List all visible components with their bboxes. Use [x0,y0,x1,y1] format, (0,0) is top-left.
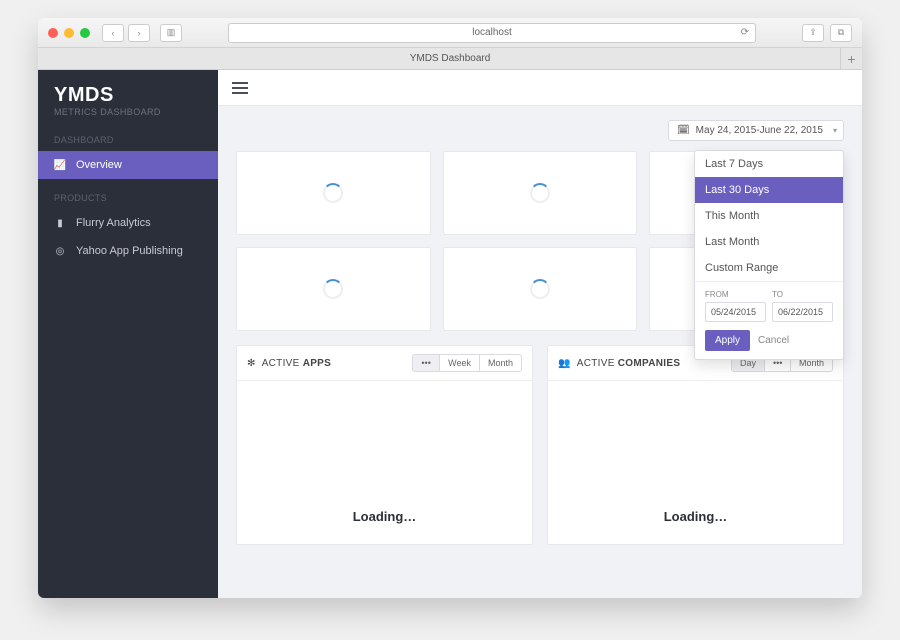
date-option-last-7[interactable]: Last 7 Days [695,151,843,177]
refresh-icon[interactable]: ⟳ [741,27,749,38]
brand-title: YMDS [54,84,202,107]
segment-month[interactable]: Month [479,355,521,371]
date-option-custom[interactable]: Custom Range [695,255,843,281]
forward-button[interactable]: › [128,24,150,42]
loading-spinner-icon [323,279,343,299]
from-date-input[interactable] [705,302,766,322]
back-button[interactable]: ‹ [102,24,124,42]
nav-buttons: ‹ › [102,24,150,42]
panel-active-companies: 👥 ACTIVE COMPANIES Day ••• Month Loading… [547,345,844,545]
tabs-button[interactable]: ⧉ [830,24,852,42]
custom-range-section: FROM TO Apply Cancel [695,281,843,359]
date-range-label: May 24, 2015-June 22, 2015 [696,125,823,136]
window-controls [48,28,90,38]
new-tab-button[interactable]: + [840,48,862,70]
zoom-window-button[interactable] [80,28,90,38]
chevron-down-icon: ▾ [833,126,837,135]
app: YMDS METRICS DASHBOARD DASHBOARD 📈 Overv… [38,70,862,598]
sidebar-item-flurry[interactable]: ▮ Flurry Analytics [38,209,218,237]
brand: YMDS METRICS DASHBOARD [38,70,218,121]
loading-spinner-icon [530,279,550,299]
topbar [218,70,862,106]
segment-control: ••• Week Month [412,354,522,372]
wrench-icon: ✻ [247,358,256,369]
to-date-input[interactable] [772,302,833,322]
close-window-button[interactable] [48,28,58,38]
main: 🗓 May 24, 2015-June 22, 2015 ▾ [218,70,862,598]
loading-text: Loading… [664,509,728,524]
sidebar-item-label: Overview [76,159,122,171]
date-range-button[interactable]: 🗓 May 24, 2015-June 22, 2015 ▾ [668,120,844,141]
chart-area-icon: 📈 [54,160,66,171]
segment-week[interactable]: Week [439,355,479,371]
brand-subtitle: METRICS DASHBOARD [54,107,202,117]
users-icon: 👥 [558,358,571,369]
sidebar-section-dashboard: DASHBOARD [38,121,218,151]
segment-more[interactable]: ••• [413,355,439,371]
metric-card [443,151,638,235]
browser-toolbar: ‹ › ▥ localhost ⟳ ⇪ ⧉ [38,18,862,48]
minimize-window-button[interactable] [64,28,74,38]
date-option-last-30[interactable]: Last 30 Days [695,177,843,203]
calendar-icon: 🗓 [677,125,690,136]
sidebar-section-products: PRODUCTS [38,179,218,209]
loading-spinner-icon [323,183,343,203]
share-button[interactable]: ⇪ [802,24,824,42]
sidebar-item-overview[interactable]: 📈 Overview [38,151,218,179]
tab-title[interactable]: YMDS Dashboard [410,53,491,64]
sidebar-item-yahoo[interactable]: ◎ Yahoo App Publishing [38,237,218,265]
ad-icon: ◎ [54,246,66,257]
panel-body: Loading… [548,381,843,544]
sidebar-toggle-button[interactable]: ▥ [160,24,182,42]
panels: ✻ ACTIVE APPS ••• Week Month Loading… [236,345,844,545]
menu-toggle-icon[interactable] [232,82,248,94]
metric-card [443,247,638,331]
loading-text: Loading… [353,509,417,524]
sidebar-item-label: Flurry Analytics [76,217,151,229]
loading-spinner-icon [530,183,550,203]
browser-window: ‹ › ▥ localhost ⟳ ⇪ ⧉ YMDS Dashboard + Y… [38,18,862,598]
cancel-button[interactable]: Cancel [758,335,789,346]
from-label: FROM [705,290,766,299]
sidebar-item-label: Yahoo App Publishing [76,245,183,257]
to-label: TO [772,290,833,299]
apply-button[interactable]: Apply [705,330,750,351]
date-range-dropdown: Last 7 Days Last 30 Days This Month Last… [694,150,844,360]
metric-card [236,247,431,331]
date-option-this-month[interactable]: This Month [695,203,843,229]
metric-card [236,151,431,235]
url-text: localhost [472,27,511,38]
bar-chart-icon: ▮ [54,218,66,229]
content: 🗓 May 24, 2015-June 22, 2015 ▾ [218,106,862,559]
date-option-last-month[interactable]: Last Month [695,229,843,255]
panel-body: Loading… [237,381,532,544]
sidebar: YMDS METRICS DASHBOARD DASHBOARD 📈 Overv… [38,70,218,598]
address-bar[interactable]: localhost ⟳ [228,23,756,43]
tab-bar: YMDS Dashboard + [38,48,862,70]
panel-active-apps: ✻ ACTIVE APPS ••• Week Month Loading… [236,345,533,545]
